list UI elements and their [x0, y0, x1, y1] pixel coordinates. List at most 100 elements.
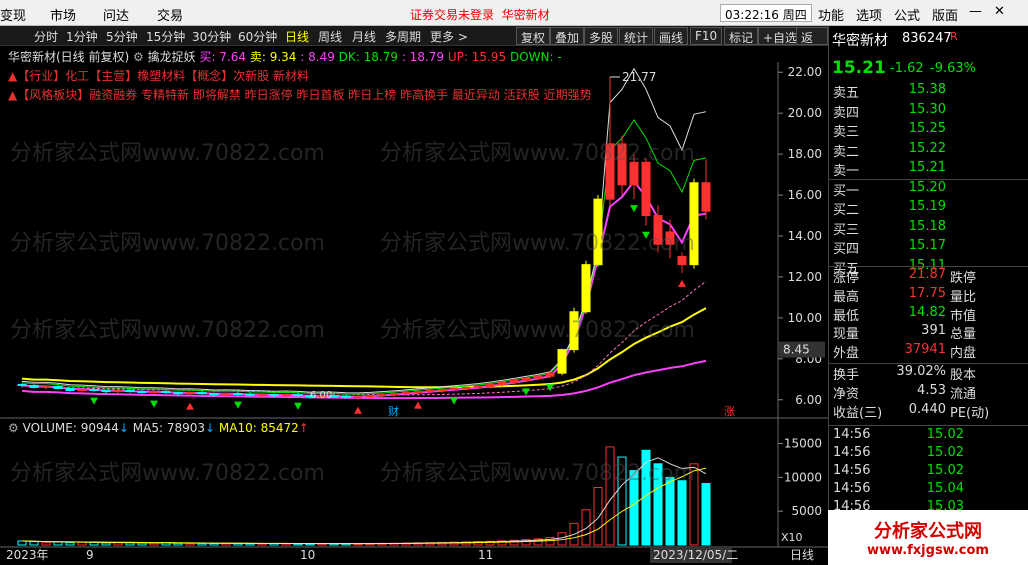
- ask-label: 卖四: [833, 105, 860, 121]
- kline-chart[interactable]: 22.0020.0018.0016.0014.0012.0010.008.006…: [0, 46, 828, 565]
- price-tick-label: 10.00: [788, 311, 822, 325]
- candle-body: [89, 389, 99, 392]
- stat-label2: 总量: [950, 327, 977, 343]
- buy-value: 买: 7.64: [199, 50, 247, 64]
- menu-options[interactable]: 选项: [856, 5, 882, 24]
- stat2-value: 0.440: [908, 401, 946, 417]
- up-arrow-icon: ↑: [298, 421, 309, 435]
- menu-wenda[interactable]: 问达: [103, 5, 129, 24]
- divider: [829, 425, 1028, 426]
- candle-body: [365, 395, 375, 398]
- volume-gear-icon[interactable]: ⚙: [8, 421, 19, 435]
- tab-more[interactable]: 更多 >: [430, 28, 468, 45]
- tick-price: 15.04: [926, 481, 964, 496]
- stock-period-label: 华密新材(日线 前复权): [8, 50, 130, 64]
- f10-button[interactable]: F10: [690, 27, 723, 45]
- tab-1min[interactable]: 1分钟: [66, 28, 98, 45]
- indicator-gear-icon[interactable]: ⚙: [133, 50, 144, 64]
- site-logo: 分析家公式网 www.fxjgsw.com: [828, 510, 1028, 565]
- candle-body: [557, 349, 567, 374]
- tick-time: 14:56: [833, 445, 871, 460]
- menu-formula[interactable]: 公式: [894, 5, 920, 24]
- candle-body: [209, 393, 219, 396]
- candle-body: [617, 143, 627, 186]
- chart-header: 华密新材(日线 前复权) ⚙ 擒龙捉妖 买: 7.64 卖: 9.34 : 8.…: [8, 48, 562, 65]
- login-notice[interactable]: 证券交易未登录 华密新材: [410, 6, 550, 23]
- stat2-label: 换手: [833, 368, 860, 383]
- stats-button[interactable]: 统计: [619, 27, 654, 45]
- reweight-button[interactable]: 复权: [516, 27, 551, 45]
- minimize-icon[interactable]: —: [969, 4, 982, 19]
- peak-price-label: 21.77: [622, 70, 656, 84]
- candle-body: [53, 385, 63, 390]
- candle-body: [77, 389, 87, 392]
- stat-label: 涨停: [833, 271, 860, 286]
- tab-multi-period[interactable]: 多周期: [385, 28, 421, 45]
- volume-unit-label: X10: [781, 531, 803, 544]
- indicator-name[interactable]: 擒龙捉妖: [148, 50, 196, 64]
- quote-stock-name: 华密新材: [832, 33, 888, 49]
- back-button[interactable]: 返回: [796, 27, 828, 62]
- tab-15min[interactable]: 15分钟: [146, 28, 185, 45]
- candle-body: [449, 388, 459, 391]
- candle-body: [569, 311, 579, 351]
- down-arrow-icon: ↓: [205, 421, 216, 435]
- candle-body: [497, 381, 507, 385]
- stat-value: 37941: [904, 342, 946, 358]
- price-marker-label: 8.45: [783, 343, 810, 357]
- menu-layout[interactable]: 版面: [932, 5, 958, 24]
- draw-line-button[interactable]: 画线: [654, 27, 689, 45]
- down-arrow-icon: ↓: [118, 421, 129, 435]
- candle-body: [581, 264, 591, 313]
- period-label: 日线: [790, 548, 814, 562]
- ma10-value: MA10: 85472: [218, 421, 299, 435]
- candle-body: [149, 391, 159, 394]
- candle-body: [401, 392, 411, 395]
- cai-label: 财: [388, 404, 399, 418]
- tab-monthly[interactable]: 月线: [352, 28, 376, 45]
- date-axis-label: 2023年: [6, 548, 49, 562]
- tick-time: 14:56: [833, 481, 871, 496]
- menu-bianxian[interactable]: 变现: [0, 5, 26, 24]
- bid-label: 买二: [833, 203, 860, 218]
- industry-tags[interactable]: ▲【行业】化工【主营】橡塑材料【概念】次新股 新材料: [8, 67, 309, 84]
- clock: 03:22:16 周四: [720, 4, 812, 22]
- multi-stock-button[interactable]: 多股: [584, 27, 619, 45]
- candle-body: [425, 390, 435, 393]
- tab-weekly[interactable]: 周线: [318, 28, 342, 45]
- candle-body: [545, 372, 555, 377]
- candle-body: [269, 394, 279, 397]
- candle-body: [293, 394, 303, 397]
- tab-daily[interactable]: 日线: [285, 28, 309, 45]
- stat2-value: 4.53: [917, 382, 946, 398]
- menu-market[interactable]: 市场: [50, 5, 76, 24]
- candle-body: [341, 395, 351, 398]
- overlay-button[interactable]: 叠加: [550, 27, 585, 45]
- candle-body: [281, 394, 291, 397]
- price-tick-label: 12.00: [788, 270, 822, 284]
- tab-5min[interactable]: 5分钟: [106, 28, 138, 45]
- menu-trade[interactable]: 交易: [157, 5, 183, 24]
- tick-time: 14:56: [833, 463, 871, 478]
- ask-price: 15.22: [908, 140, 946, 156]
- candle-body: [185, 392, 195, 395]
- tab-timeshare[interactable]: 分时: [34, 28, 58, 45]
- candle-body: [641, 161, 651, 217]
- tab-60min[interactable]: 60分钟: [238, 28, 277, 45]
- top-menubar: 变现 市场 问达 交易 证券交易未登录 华密新材 03:22:16 周四 功能 …: [0, 0, 1028, 26]
- quote-stock-code: 836247: [902, 31, 952, 46]
- mark-button[interactable]: 标记: [724, 27, 759, 45]
- candle-body: [245, 393, 255, 396]
- quote-change-pct: -9.63%: [930, 61, 976, 76]
- style-tags[interactable]: ▲【风格板块】融资融券 专精特新 即将解禁 昨日涨停 昨日首板 昨日上榜 昨高换…: [8, 86, 592, 103]
- candle-body: [689, 182, 699, 266]
- candle-body: [677, 255, 687, 266]
- menu-function[interactable]: 功能: [818, 5, 844, 24]
- dk-value: DK: 18.79: [338, 50, 398, 64]
- tab-30min[interactable]: 30分钟: [192, 28, 231, 45]
- stat-label2: 市值: [950, 308, 977, 324]
- close-icon[interactable]: ✕: [994, 4, 1005, 19]
- quote-change: -1.62: [890, 61, 924, 76]
- candle-body: [125, 390, 135, 393]
- zhang-label: 涨: [724, 405, 735, 418]
